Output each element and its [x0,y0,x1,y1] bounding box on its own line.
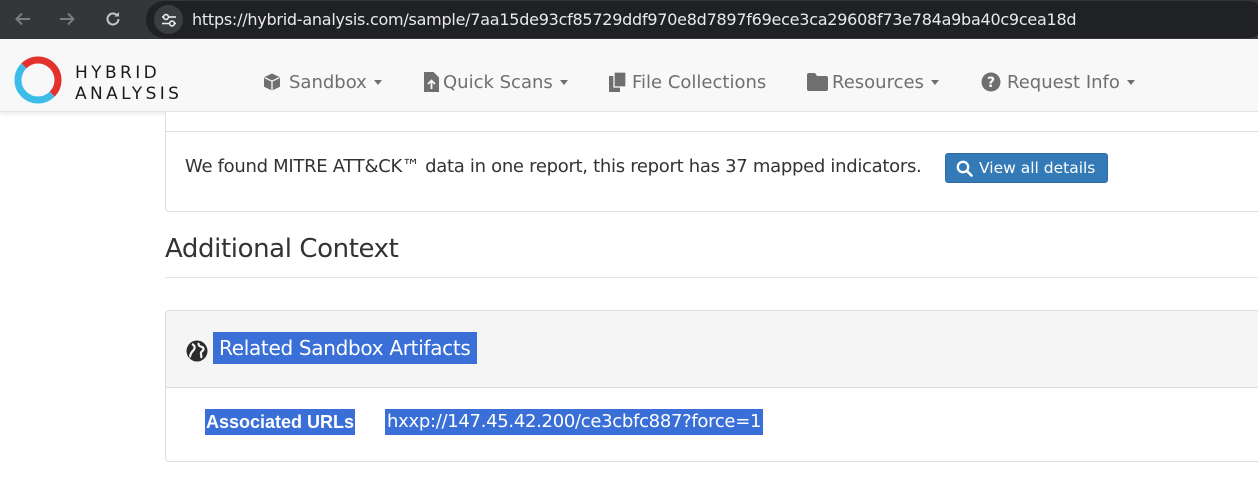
nav-file-collections-label: File Collections [632,71,767,93]
chevron-down-icon [373,79,382,85]
associated-url-value[interactable]: hxxp://147.45.42.200/ce3cbfc887?force=1 [385,409,764,435]
search-icon [956,160,973,177]
arrow-left-icon [15,12,30,26]
forward-button[interactable] [52,4,82,34]
panel-title: Related Sandbox Artifacts [213,332,477,364]
hybrid-analysis-logo-icon[interactable] [14,56,62,104]
tune-icon [161,13,176,27]
question-circle-icon: ? [981,72,1001,92]
reload-button[interactable] [98,4,128,34]
files-icon [609,72,627,92]
folder-icon [807,73,828,91]
url-text[interactable]: https://hybrid-analysis.com/sample/7aa15… [192,10,1077,29]
site-navbar: HYBRID ANALYSIS Sandbox Quick Scans File… [0,39,1258,112]
mitre-summary-text: We found MITRE ATT&CK™ data in one repor… [185,156,922,177]
nav-sandbox[interactable]: Sandbox [262,71,382,93]
nav-request-info-label: Request Info [1007,71,1120,93]
nav-resources-label: Resources [832,71,924,93]
svg-text:?: ? [987,75,995,91]
nav-file-collections[interactable]: File Collections [609,71,766,93]
panel-heading: Related Sandbox Artifacts [166,311,1258,388]
section-title: Additional Context [165,234,399,264]
view-all-details-button[interactable]: View all details [945,153,1108,183]
nav-sandbox-label: Sandbox [289,71,367,93]
brand-wordmark[interactable]: HYBRID ANALYSIS [75,63,182,105]
brand-line-2: ANALYSIS [75,84,183,104]
nav-quick-scans[interactable]: Quick Scans [424,71,568,93]
site-info-button[interactable] [154,5,183,34]
view-all-details-label: View all details [979,159,1096,177]
brand-line-1: HYBRID [75,63,161,83]
nav-quick-scans-label: Quick Scans [443,71,553,93]
chevron-down-icon [930,79,939,85]
divider [165,131,1258,132]
divider [165,277,1258,278]
address-bar[interactable]: https://hybrid-analysis.com/sample/7aa15… [146,1,1258,38]
back-button[interactable] [8,4,38,34]
arrow-right-icon [60,12,75,26]
chevron-down-icon [1126,79,1135,85]
related-artifacts-panel: Related Sandbox Artifacts [165,310,1258,462]
file-upload-icon [424,72,439,92]
nav-resources[interactable]: Resources [807,71,939,93]
nav-request-info[interactable]: ? Request Info [981,71,1135,93]
globe-icon [186,340,208,362]
chevron-down-icon [559,79,568,85]
associated-urls-label: Associated URLs [205,409,356,435]
browser-toolbar: https://hybrid-analysis.com/sample/7aa15… [0,0,1258,39]
reload-icon [106,12,120,26]
cube-icon [262,72,282,92]
